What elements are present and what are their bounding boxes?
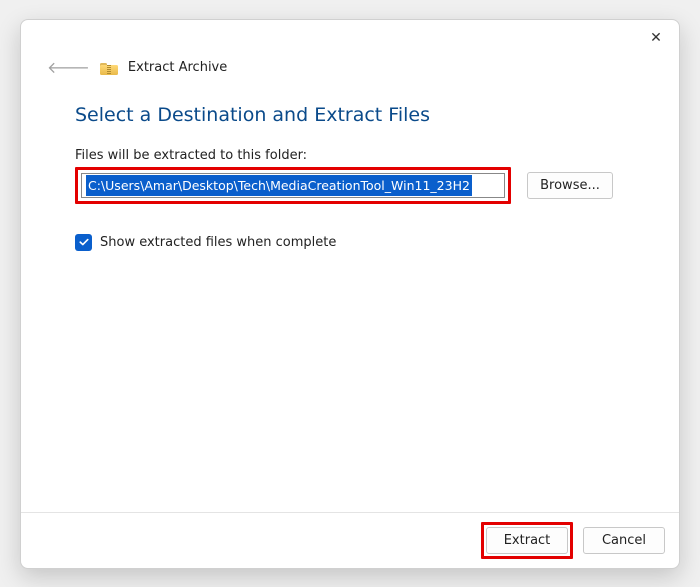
close-icon: ✕	[650, 31, 662, 45]
dialog-header: 🡐 Extract Archive	[21, 56, 679, 84]
checkmark-icon	[78, 236, 90, 248]
show-files-checkbox-row: Show extracted files when complete	[75, 234, 625, 251]
destination-label: Files will be extracted to this folder:	[75, 148, 625, 163]
extract-archive-dialog: ✕ 🡐 Extract Archive Select a Destination…	[20, 19, 680, 569]
close-button[interactable]: ✕	[641, 24, 671, 52]
dialog-footer: Extract Cancel	[21, 512, 679, 568]
back-arrow-icon[interactable]: 🡐	[47, 60, 90, 76]
destination-highlight: C:\Users\Amar\Desktop\Tech\MediaCreation…	[75, 167, 511, 204]
extract-highlight: Extract	[481, 522, 573, 559]
page-heading: Select a Destination and Extract Files	[75, 104, 625, 126]
browse-button[interactable]: Browse...	[527, 172, 613, 199]
titlebar: ✕	[21, 20, 679, 56]
destination-path-input[interactable]: C:\Users\Amar\Desktop\Tech\MediaCreation…	[81, 173, 505, 198]
dialog-content: Select a Destination and Extract Files F…	[21, 84, 679, 512]
show-files-label: Show extracted files when complete	[100, 235, 336, 250]
extract-button[interactable]: Extract	[486, 527, 568, 554]
dialog-title: Extract Archive	[128, 60, 227, 75]
show-files-checkbox[interactable]	[75, 234, 92, 251]
cancel-button[interactable]: Cancel	[583, 527, 665, 554]
destination-row: C:\Users\Amar\Desktop\Tech\MediaCreation…	[75, 167, 625, 204]
destination-path-value: C:\Users\Amar\Desktop\Tech\MediaCreation…	[86, 175, 472, 196]
archive-folder-icon	[100, 61, 118, 75]
